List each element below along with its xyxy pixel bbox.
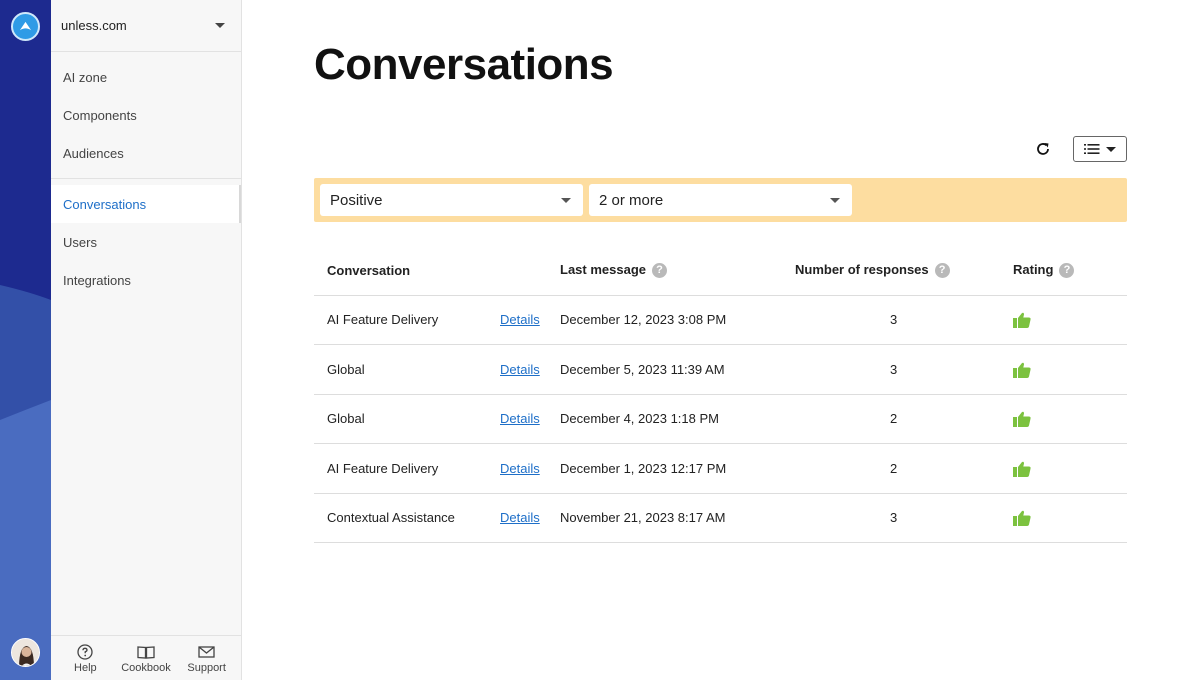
column-header-responses-label: Number of responses [795,262,929,278]
thumbs-up-icon [1013,362,1031,378]
last-message-time: December 4, 2023 1:18 PM [560,394,795,444]
cookbook-label: Cookbook [121,662,171,674]
details-link[interactable]: Details [500,362,540,377]
thumbs-up-icon [1013,411,1031,428]
sidebar-item-users[interactable]: Users [51,223,241,261]
app-rail [0,0,51,680]
responses-filter-value: 2 or more [599,191,664,209]
thumbs-up-icon [1013,510,1031,527]
table-row[interactable]: AI Feature Delivery Details December 12,… [314,295,1127,345]
sidebar-item-conversations[interactable]: Conversations [51,185,241,223]
help-icon[interactable]: ? [652,263,667,279]
column-header-last-message[interactable]: Last message? [560,246,795,296]
help-icon[interactable]: ? [1059,263,1075,279]
filter-bar: Positive 2 or more [314,178,1127,222]
last-message-time: December 1, 2023 12:17 PM [560,443,795,494]
table-row[interactable]: Global Details December 4, 2023 1:18 PM … [314,394,1127,444]
view-options-button[interactable] [1073,136,1127,162]
table-row[interactable]: Global Details December 5, 2023 11:39 AM… [314,344,1127,395]
list-view-icon [1084,144,1100,154]
sidebar-item-integrations[interactable]: Integrations [51,261,241,299]
help-label: Help [74,662,97,674]
conversation-name: AI Feature Delivery [314,443,500,494]
sidebar: unless.com AI zone Components Audiences … [51,0,242,680]
org-name: unless.com [61,18,127,33]
column-header-rating-label: Rating [1013,262,1054,278]
rail-background [0,0,51,680]
help-icon[interactable]: ? [934,263,950,279]
response-count: 2 [795,443,1013,494]
mail-icon [198,646,215,658]
response-count: 3 [795,344,1013,395]
column-header-details [500,246,560,296]
sidebar-item-components[interactable]: Components [51,96,241,134]
conversations-table: Conversation Last message? Number of res… [314,246,1127,543]
nav-group-insights: Conversations Users Integrations [51,178,241,305]
column-header-last-message-label: Last message [560,262,646,278]
column-header-rating[interactable]: Rating? [1013,246,1127,296]
table-row[interactable]: Contextual Assistance Details November 2… [314,493,1127,543]
details-link[interactable]: Details [500,510,540,525]
table-header-row: Conversation Last message? Number of res… [314,246,1127,296]
refresh-icon [1037,143,1049,155]
org-switcher[interactable]: unless.com [51,0,241,52]
chevron-down-icon [830,197,840,203]
chevron-down-icon [215,23,225,28]
thumbs-up-icon [1013,312,1031,329]
details-link[interactable]: Details [500,461,540,476]
sentiment-filter-value: Positive [330,191,383,209]
chevron-down-icon [1106,146,1116,152]
table-row[interactable]: AI Feature Delivery Details December 1, … [314,443,1127,494]
last-message-time: December 5, 2023 11:39 AM [560,344,795,395]
details-link[interactable]: Details [500,411,540,426]
conversation-name: Contextual Assistance [314,493,500,543]
conversation-name: Global [314,394,500,444]
last-message-time: November 21, 2023 8:17 AM [560,493,795,543]
last-message-time: December 12, 2023 3:08 PM [560,295,795,345]
nav-group-build: AI zone Components Audiences [51,52,241,178]
responses-filter-select[interactable]: 2 or more [589,184,852,216]
response-count: 3 [795,295,1013,345]
thumbs-up-icon [1013,461,1031,477]
sentiment-filter-select[interactable]: Positive [320,184,583,216]
response-count: 2 [795,394,1013,444]
support-button[interactable]: Support [177,636,237,680]
column-header-conversation-label: Conversation [327,262,411,278]
response-count: 3 [795,493,1013,543]
support-label: Support [187,662,226,674]
column-header-responses[interactable]: Number of responses? [795,246,1013,296]
conversation-name: Global [314,344,500,395]
column-header-conversation[interactable]: Conversation [314,246,500,296]
details-link[interactable]: Details [500,312,540,327]
conversation-name: AI Feature Delivery [314,295,500,345]
sidebar-footer: Help Cookbook Support [51,635,241,680]
page-title: Conversations [314,40,614,89]
sidebar-item-ai-zone[interactable]: AI zone [51,58,241,96]
logo-icon[interactable] [11,12,40,41]
book-icon [137,646,155,659]
main-content: Conversations Positive 2 or more Convers… [242,0,1200,680]
chevron-down-icon [561,197,571,203]
sidebar-item-audiences[interactable]: Audiences [51,134,241,172]
refresh-button[interactable] [1032,138,1054,160]
help-button[interactable]: Help [55,636,115,680]
help-icon [77,644,93,660]
avatar[interactable] [11,638,40,667]
cookbook-button[interactable]: Cookbook [116,636,176,680]
